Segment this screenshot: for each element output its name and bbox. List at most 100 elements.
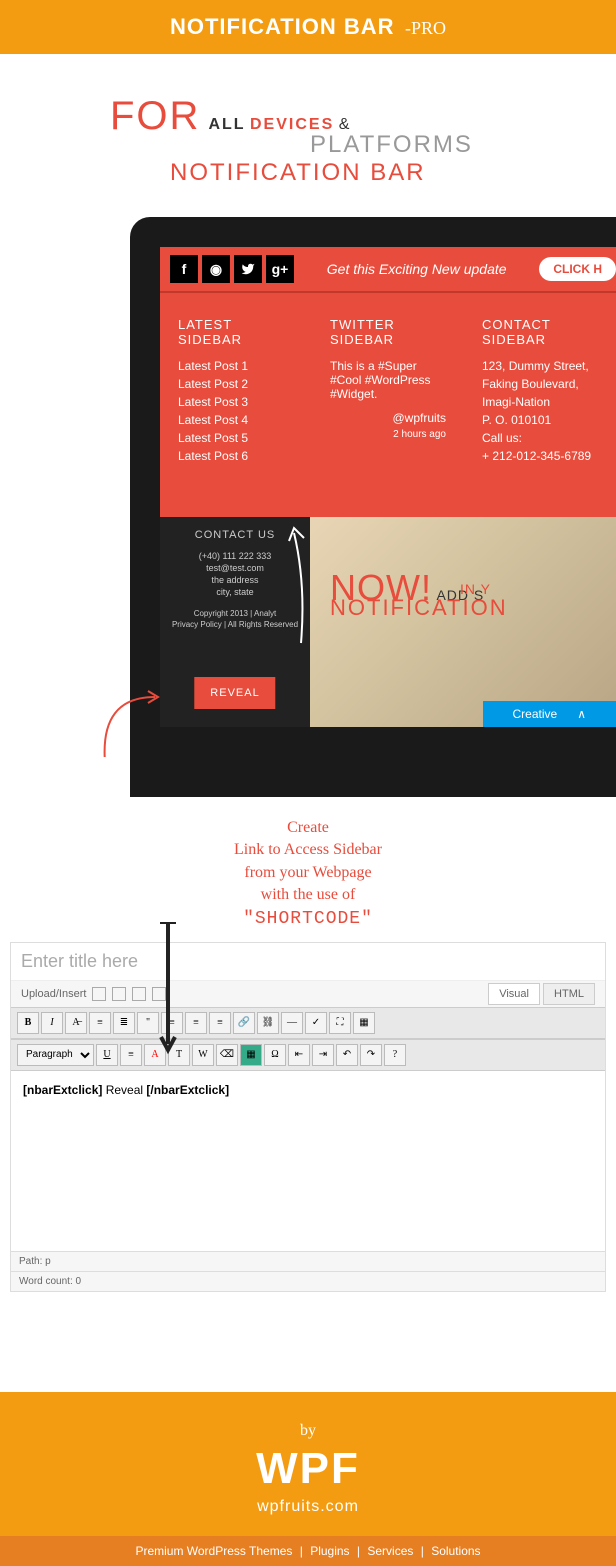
footer-link[interactable]: Solutions (431, 1544, 480, 1558)
italic-button[interactable]: I (41, 1012, 63, 1034)
twitter-icon[interactable] (234, 255, 262, 283)
contact-email: test@test.com (170, 563, 300, 573)
tweet-text: This is a #Super #Cool #WordPress #Widge… (330, 359, 446, 401)
align-center-button[interactable]: ≡ (185, 1012, 207, 1034)
upload-insert-label: Upload/Insert (21, 988, 86, 1000)
hero-area: NOW! ADD S IN Y NOTIFICATION Creative ∧ (310, 517, 616, 727)
list-item[interactable]: Latest Post 2 (178, 377, 294, 391)
footer-url[interactable]: wpfruits.com (0, 1498, 616, 1516)
list-item[interactable]: Latest Post 4 (178, 413, 294, 427)
twitter-handle[interactable]: @wpfruits (330, 411, 446, 425)
list-item[interactable]: Latest Post 1 (178, 359, 294, 373)
editor-content[interactable]: [nbarExtclick] Reveal [/nbarExtclick] (11, 1071, 605, 1251)
more-button[interactable]: — (281, 1012, 303, 1034)
unlink-button[interactable]: ⛓ (257, 1012, 279, 1034)
word-count: Word count: 0 (11, 1271, 605, 1291)
toolbar-row-2: Paragraph U ≡ A T W ⌫ ▦ Ω ⇤ ⇥ ↶ ↷ ? (11, 1039, 605, 1071)
link-button[interactable]: 🔗 (233, 1012, 255, 1034)
list-item[interactable]: Latest Post 6 (178, 449, 294, 463)
gplus-icon[interactable]: g+ (266, 255, 294, 283)
insert-media-button[interactable]: ▦ (240, 1044, 262, 1066)
contact-phone: (+40) 111 222 333 (170, 551, 300, 561)
quote-button[interactable]: " (137, 1012, 159, 1034)
contact-line: 123, Dummy Street, (482, 359, 598, 373)
bold-button[interactable]: B (17, 1012, 39, 1034)
creative-label: Creative (513, 707, 558, 721)
ol-button[interactable]: ≣ (113, 1012, 135, 1034)
fullscreen-button[interactable]: ⛶ (329, 1012, 351, 1034)
annotation-line: from your Webpage (80, 862, 536, 884)
footer-link[interactable]: Premium WordPress Themes (135, 1544, 292, 1558)
separator: | (421, 1544, 424, 1558)
redo-button[interactable]: ↷ (360, 1044, 382, 1066)
help-button[interactable]: ? (384, 1044, 406, 1066)
sidebar-panel: LATEST SIDEBAR Latest Post 1 Latest Post… (160, 293, 616, 517)
headline: FOR ALL DEVICES & PLATFORMS NOTIFICATION… (0, 54, 616, 207)
annotation-line: with the use of (80, 884, 536, 906)
char-button[interactable]: Ω (264, 1044, 286, 1066)
latest-sidebar-title: LATEST SIDEBAR (178, 317, 294, 347)
contact-addr: the address (170, 575, 300, 585)
justify-button[interactable]: ≡ (120, 1044, 142, 1066)
footer-link[interactable]: Services (367, 1544, 413, 1558)
annotation-text: Create Link to Access Sidebar from your … (80, 817, 536, 932)
editor-path: Path: p (11, 1251, 605, 1271)
kitchen-sink-button[interactable]: ▦ (353, 1012, 375, 1034)
ul-button[interactable]: ≡ (89, 1012, 111, 1034)
media-audio-icon[interactable] (132, 987, 146, 1001)
footer: by WPF wpfruits.com Premium WordPress Th… (0, 1392, 616, 1566)
clear-format-button[interactable]: ⌫ (216, 1044, 238, 1066)
contact-line: + 212-012-345-6789 (482, 449, 598, 463)
headline-for: FOR (110, 94, 200, 139)
red-arrow-icon (100, 687, 160, 757)
monitor-mockup: f ◉ g+ Get this Exciting New update CLIC… (130, 217, 616, 797)
footer-links-row: Premium WordPress Themes | Plugins | Ser… (0, 1536, 616, 1566)
indent-button[interactable]: ⇥ (312, 1044, 334, 1066)
headline-sub: NOTIFICATION BAR (170, 159, 576, 187)
media-image-icon[interactable] (92, 987, 106, 1001)
footer-links: Privacy Policy | All Rights Reserved (170, 620, 300, 629)
list-item[interactable]: Latest Post 5 (178, 431, 294, 445)
contact-addr: city, state (170, 587, 300, 597)
contact-panel: CONTACT US (+40) 111 222 333 test@test.c… (160, 517, 310, 727)
media-video-icon[interactable] (112, 987, 126, 1001)
notification-bar: f ◉ g+ Get this Exciting New update CLIC… (160, 247, 616, 293)
twitter-sidebar-title: TWITTER SIDEBAR (330, 317, 446, 347)
outdent-button[interactable]: ⇤ (288, 1044, 310, 1066)
contact-line: Call us: (482, 431, 598, 445)
list-item[interactable]: Latest Post 3 (178, 395, 294, 409)
hero-nb: NOTIFICATION (330, 595, 616, 621)
align-right-button[interactable]: ≡ (209, 1012, 231, 1034)
separator: | (357, 1544, 360, 1558)
undo-button[interactable]: ↶ (336, 1044, 358, 1066)
contact-line: Imagi-Nation (482, 395, 598, 409)
banner-pro: -PRO (405, 18, 446, 38)
shortcode-mid: Reveal (102, 1083, 146, 1097)
creative-tab[interactable]: Creative ∧ (483, 701, 616, 727)
spell-button[interactable]: ✓ (305, 1012, 327, 1034)
contact-sidebar-title: CONTACT SIDEBAR (482, 317, 598, 347)
banner-title: NOTIFICATION BAR (170, 14, 395, 39)
strike-button[interactable]: A̶ (65, 1012, 87, 1034)
facebook-icon[interactable]: f (170, 255, 198, 283)
shortcode-label: "SHORTCODE" (80, 907, 536, 932)
paragraph-select[interactable]: Paragraph (17, 1044, 94, 1066)
html-tab[interactable]: HTML (543, 983, 595, 1005)
tweet-time: 2 hours ago (330, 429, 446, 440)
underline-button[interactable]: U (96, 1044, 118, 1066)
notification-text: Get this Exciting New update (294, 261, 539, 277)
annotation-line: Link to Access Sidebar (80, 839, 536, 861)
separator: | (300, 1544, 303, 1558)
paste-word-button[interactable]: W (192, 1044, 214, 1066)
instagram-icon[interactable]: ◉ (202, 255, 230, 283)
headline-all: ALL (208, 116, 245, 133)
visual-tab[interactable]: Visual (488, 983, 540, 1005)
shortcode-close: [/nbarExtclick] (146, 1083, 229, 1097)
reveal-button[interactable]: REVEAL (194, 677, 275, 709)
title-input[interactable]: Enter title here (11, 943, 605, 981)
contact-line: Faking Boulevard, (482, 377, 598, 391)
click-here-button[interactable]: CLICK H (539, 257, 616, 281)
footer-link[interactable]: Plugins (310, 1544, 349, 1558)
toolbar-row-1: B I A̶ ≡ ≣ " ≡ ≡ ≡ 🔗 ⛓ — ✓ ⛶ ▦ (11, 1007, 605, 1039)
footer-by: by (0, 1422, 616, 1440)
